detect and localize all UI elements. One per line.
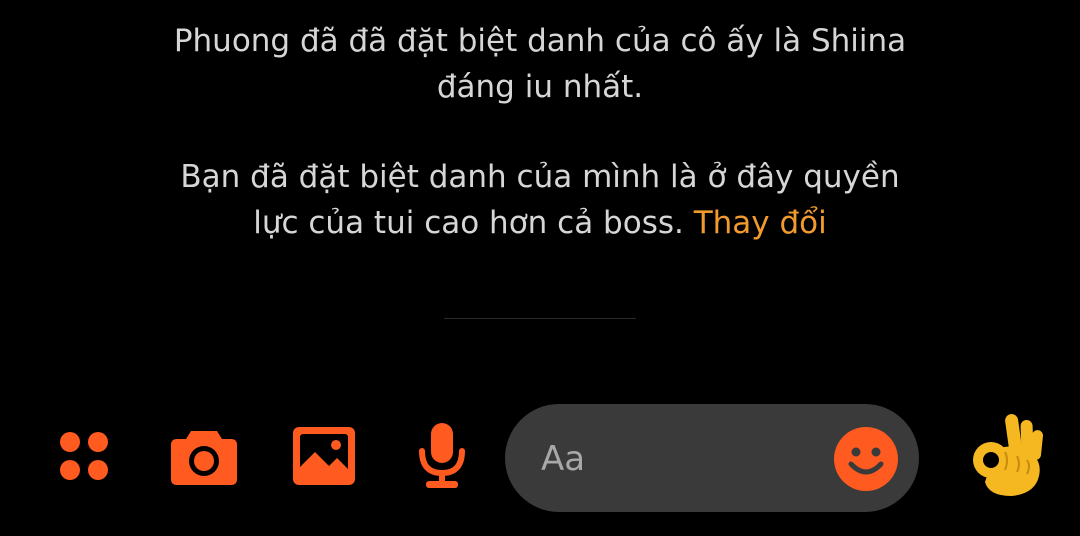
change-nickname-link[interactable]: Thay đổi — [694, 205, 827, 241]
smiley-icon — [834, 427, 898, 491]
emoji-button[interactable] — [833, 426, 899, 492]
conversation-notices: Phuong đã đã đặt biệt danh của cô ấy là … — [170, 18, 910, 246]
image-icon — [293, 427, 355, 485]
camera-icon — [171, 431, 237, 485]
microphone-icon — [419, 423, 465, 488]
nickname-notice-phuong: Phuong đã đã đặt biệt danh của cô ấy là … — [170, 18, 910, 110]
ok-hand-icon — [973, 414, 1043, 496]
message-composer — [0, 400, 1080, 518]
camera-button[interactable] — [168, 420, 240, 492]
grid-dots-icon — [60, 432, 108, 480]
voice-button[interactable] — [406, 420, 478, 492]
more-actions-button[interactable] — [48, 420, 120, 492]
nickname-notice-self: Bạn đã đặt biệt danh của mình là ở đây q… — [170, 154, 910, 246]
message-input-container[interactable] — [505, 404, 919, 512]
divider — [444, 318, 636, 319]
quick-reaction-button[interactable] — [960, 410, 1050, 500]
gallery-button[interactable] — [288, 420, 360, 492]
message-input[interactable] — [539, 430, 823, 488]
nickname-notice-text: Phuong đã đã đặt biệt danh của cô ấy là … — [173, 23, 907, 105]
